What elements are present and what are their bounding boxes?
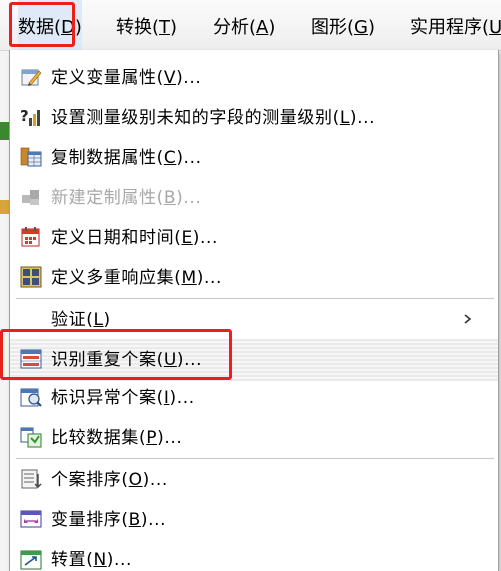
menuitem-mnemonic: O: [128, 470, 143, 490]
menuitem-compare-datasets[interactable]: 比较数据集(P)...: [10, 417, 498, 457]
copy-data-properties-icon: [20, 147, 42, 167]
menuitem-mnemonic: N: [93, 550, 107, 570]
menuitem-mnemonic: E: [181, 228, 193, 248]
menuitem-tail: ): [103, 310, 111, 330]
menu-transform-label: 转换(: [116, 17, 160, 38]
menuitem-transpose[interactable]: 转置(N)...: [10, 539, 498, 571]
menu-data-tail: ): [74, 17, 82, 38]
menuitem-tail: )...: [176, 68, 202, 88]
menuitem-label: 比较数据集(: [51, 428, 147, 448]
menuitem-tail: )...: [142, 470, 168, 490]
menuitem-tail: )...: [192, 228, 219, 248]
menu-transform[interactable]: 转换(T): [116, 0, 177, 50]
menuitem-copy-data-properties[interactable]: 复制数据属性(C)...: [10, 137, 498, 177]
menu-utilities-label: 实用程序(: [410, 17, 490, 38]
menuitem-tail: )...: [176, 188, 202, 208]
menuitem-tail: )...: [196, 268, 222, 288]
menu-graphs-tail: ): [367, 17, 376, 38]
calendar-icon: [21, 227, 40, 247]
menuitem-define-variable-properties[interactable]: 定义变量属性(V)...: [10, 57, 498, 97]
background-data-view-strip: [0, 50, 9, 571]
compare-datasets-icon: [20, 427, 42, 448]
menuitem-mnemonic: V: [163, 68, 177, 88]
menuitem-define-dates[interactable]: 定义日期和时间(E)...: [10, 217, 498, 257]
menuitem-identify-unusual-cases[interactable]: 标识异常个案(I)...: [10, 377, 498, 417]
new-custom-attribute-icon: [22, 190, 39, 205]
menuitem-mnemonic: C: [163, 148, 177, 168]
highlight-box-data-menu: [9, 2, 75, 47]
menu-utilities[interactable]: 实用程序(U): [410, 0, 501, 50]
menuitem-label: 新建定制属性(: [51, 188, 164, 208]
submenu-chevron-right-icon: [464, 314, 472, 324]
menuitem-mnemonic: M: [181, 268, 197, 288]
sort-variables-icon: [20, 510, 42, 528]
menuitem-tail: )...: [140, 510, 167, 530]
menuitem-set-measurement-level[interactable]: ? 设置测量级别未知的字段的测量级别(L)...: [10, 97, 498, 137]
data-dropdown-menu: 定义变量属性(V)... ? 设置测量级别未知的字段的测量级别(L)... 复制…: [9, 50, 499, 571]
menuitem-label: 定义多重响应集(: [51, 268, 182, 288]
measurement-level-question-icon: ?: [20, 107, 40, 126]
menuitem-sort-cases[interactable]: 个案排序(O)...: [10, 459, 498, 499]
background-green-marker: [0, 122, 9, 140]
menuitem-tail: )...: [176, 148, 202, 168]
sort-cases-icon: [21, 469, 42, 489]
menuitem-label: 复制数据属性(: [51, 148, 164, 168]
menuitem-label: 标识异常个案(: [51, 388, 164, 408]
menu-graphs[interactable]: 图形(G): [311, 0, 375, 50]
menuitem-label: 变量排序(: [51, 510, 129, 530]
menuitem-label: 验证(: [51, 310, 94, 330]
menuitem-tail: )...: [169, 388, 195, 408]
menuitem-mnemonic: L: [339, 108, 350, 128]
menuitem-mnemonic: B: [163, 188, 177, 208]
menu-graphs-mnemonic: G: [354, 17, 368, 38]
menuitem-label: 转置(: [51, 550, 94, 570]
menu-analyze-label: 分析(: [213, 17, 257, 38]
menuitem-label: 设置测量级别未知的字段的测量级别(: [51, 108, 340, 128]
define-variable-properties-icon: [21, 69, 42, 86]
menu-utilities-mnemonic: U: [489, 17, 501, 38]
unusual-cases-icon: [20, 388, 42, 407]
menu-analyze[interactable]: 分析(A): [213, 0, 275, 50]
menu-analyze-tail: ): [268, 17, 276, 38]
menuitem-sort-variables[interactable]: 变量排序(B)...: [10, 499, 498, 539]
menuitem-define-multiple-response[interactable]: 定义多重响应集(M)...: [10, 257, 498, 297]
menuitem-label: 定义变量属性(: [51, 68, 164, 88]
menuitem-mnemonic: B: [128, 510, 141, 530]
menu-analyze-mnemonic: A: [256, 17, 269, 38]
menuitem-tail: )...: [349, 108, 376, 128]
svg-text:?: ?: [20, 107, 29, 125]
background-yellow-marker: [0, 200, 9, 214]
menuitem-label: 个案排序(: [51, 470, 129, 490]
menu-bar: 数据(D) 转换(T) 分析(A) 图形(G) 实用程序(U): [0, 0, 501, 51]
highlight-box-identify-duplicates: [0, 329, 232, 380]
menuitem-tail: )...: [157, 428, 183, 448]
menuitem-tail: )...: [106, 550, 133, 570]
menu-transform-tail: ): [170, 17, 178, 38]
app-window: 数据(D) 转换(T) 分析(A) 图形(G) 实用程序(U) 定义变量属性(V…: [0, 0, 501, 571]
menu-graphs-label: 图形(: [311, 17, 355, 38]
menuitem-new-custom-attribute: 新建定制属性(B)...: [10, 177, 498, 217]
menuitem-label: 定义日期和时间(: [51, 228, 182, 248]
menuitem-mnemonic: L: [93, 310, 104, 330]
menuitem-mnemonic: P: [146, 428, 158, 448]
menu-transform-mnemonic: T: [159, 17, 171, 38]
multiple-response-grid-icon: [20, 266, 42, 288]
transpose-icon: [20, 550, 42, 570]
